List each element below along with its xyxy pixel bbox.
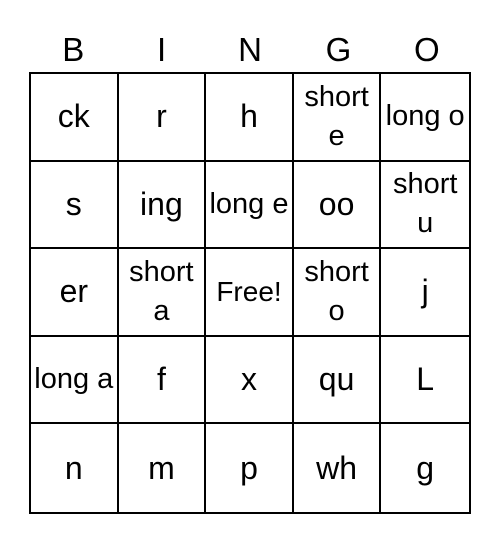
bingo-cell[interactable]: n (31, 424, 119, 512)
bingo-cell[interactable]: ck (31, 74, 119, 162)
bingo-cell[interactable]: ing (118, 161, 207, 250)
bingo-cell[interactable]: long o (381, 74, 469, 162)
bingo-cell[interactable]: short a (118, 249, 207, 337)
bingo-cell[interactable]: oo (293, 161, 382, 250)
bingo-cell[interactable]: s (31, 161, 119, 250)
bingo-cell[interactable]: qu (293, 336, 382, 425)
bingo-cell[interactable]: h (206, 74, 294, 162)
bingo-cell[interactable]: g (381, 424, 469, 512)
bingo-cell[interactable]: long e (206, 161, 294, 250)
bingo-cell[interactable]: j (381, 249, 469, 337)
bingo-cell[interactable]: wh (294, 424, 382, 512)
bingo-cell[interactable]: short u (381, 162, 469, 250)
bingo-header: B I N G O (29, 30, 471, 70)
bingo-cell[interactable]: x (206, 336, 294, 425)
bingo-cell[interactable]: short e (293, 74, 382, 162)
header-letter-g: G (325, 31, 352, 68)
bingo-cell[interactable]: f (118, 336, 207, 425)
header-letter-b: B (62, 31, 85, 68)
bingo-cell[interactable]: short o (293, 249, 382, 337)
bingo-cell[interactable]: er (31, 249, 119, 337)
bingo-cell[interactable]: m (119, 424, 207, 512)
bingo-cell[interactable]: p (206, 424, 294, 512)
bingo-card-grid: ck r h short e long o s ing long e oo short u er sh… (29, 72, 471, 514)
header-letter-n: N (238, 31, 262, 68)
header-letter-i: I (157, 31, 167, 68)
header-letter-o: O (413, 31, 440, 68)
bingo-cell[interactable]: long a (31, 336, 119, 425)
free-space-cell[interactable]: Free! (206, 249, 294, 337)
bingo-cell[interactable]: L (381, 337, 469, 425)
bingo-cell[interactable]: r (118, 74, 207, 162)
